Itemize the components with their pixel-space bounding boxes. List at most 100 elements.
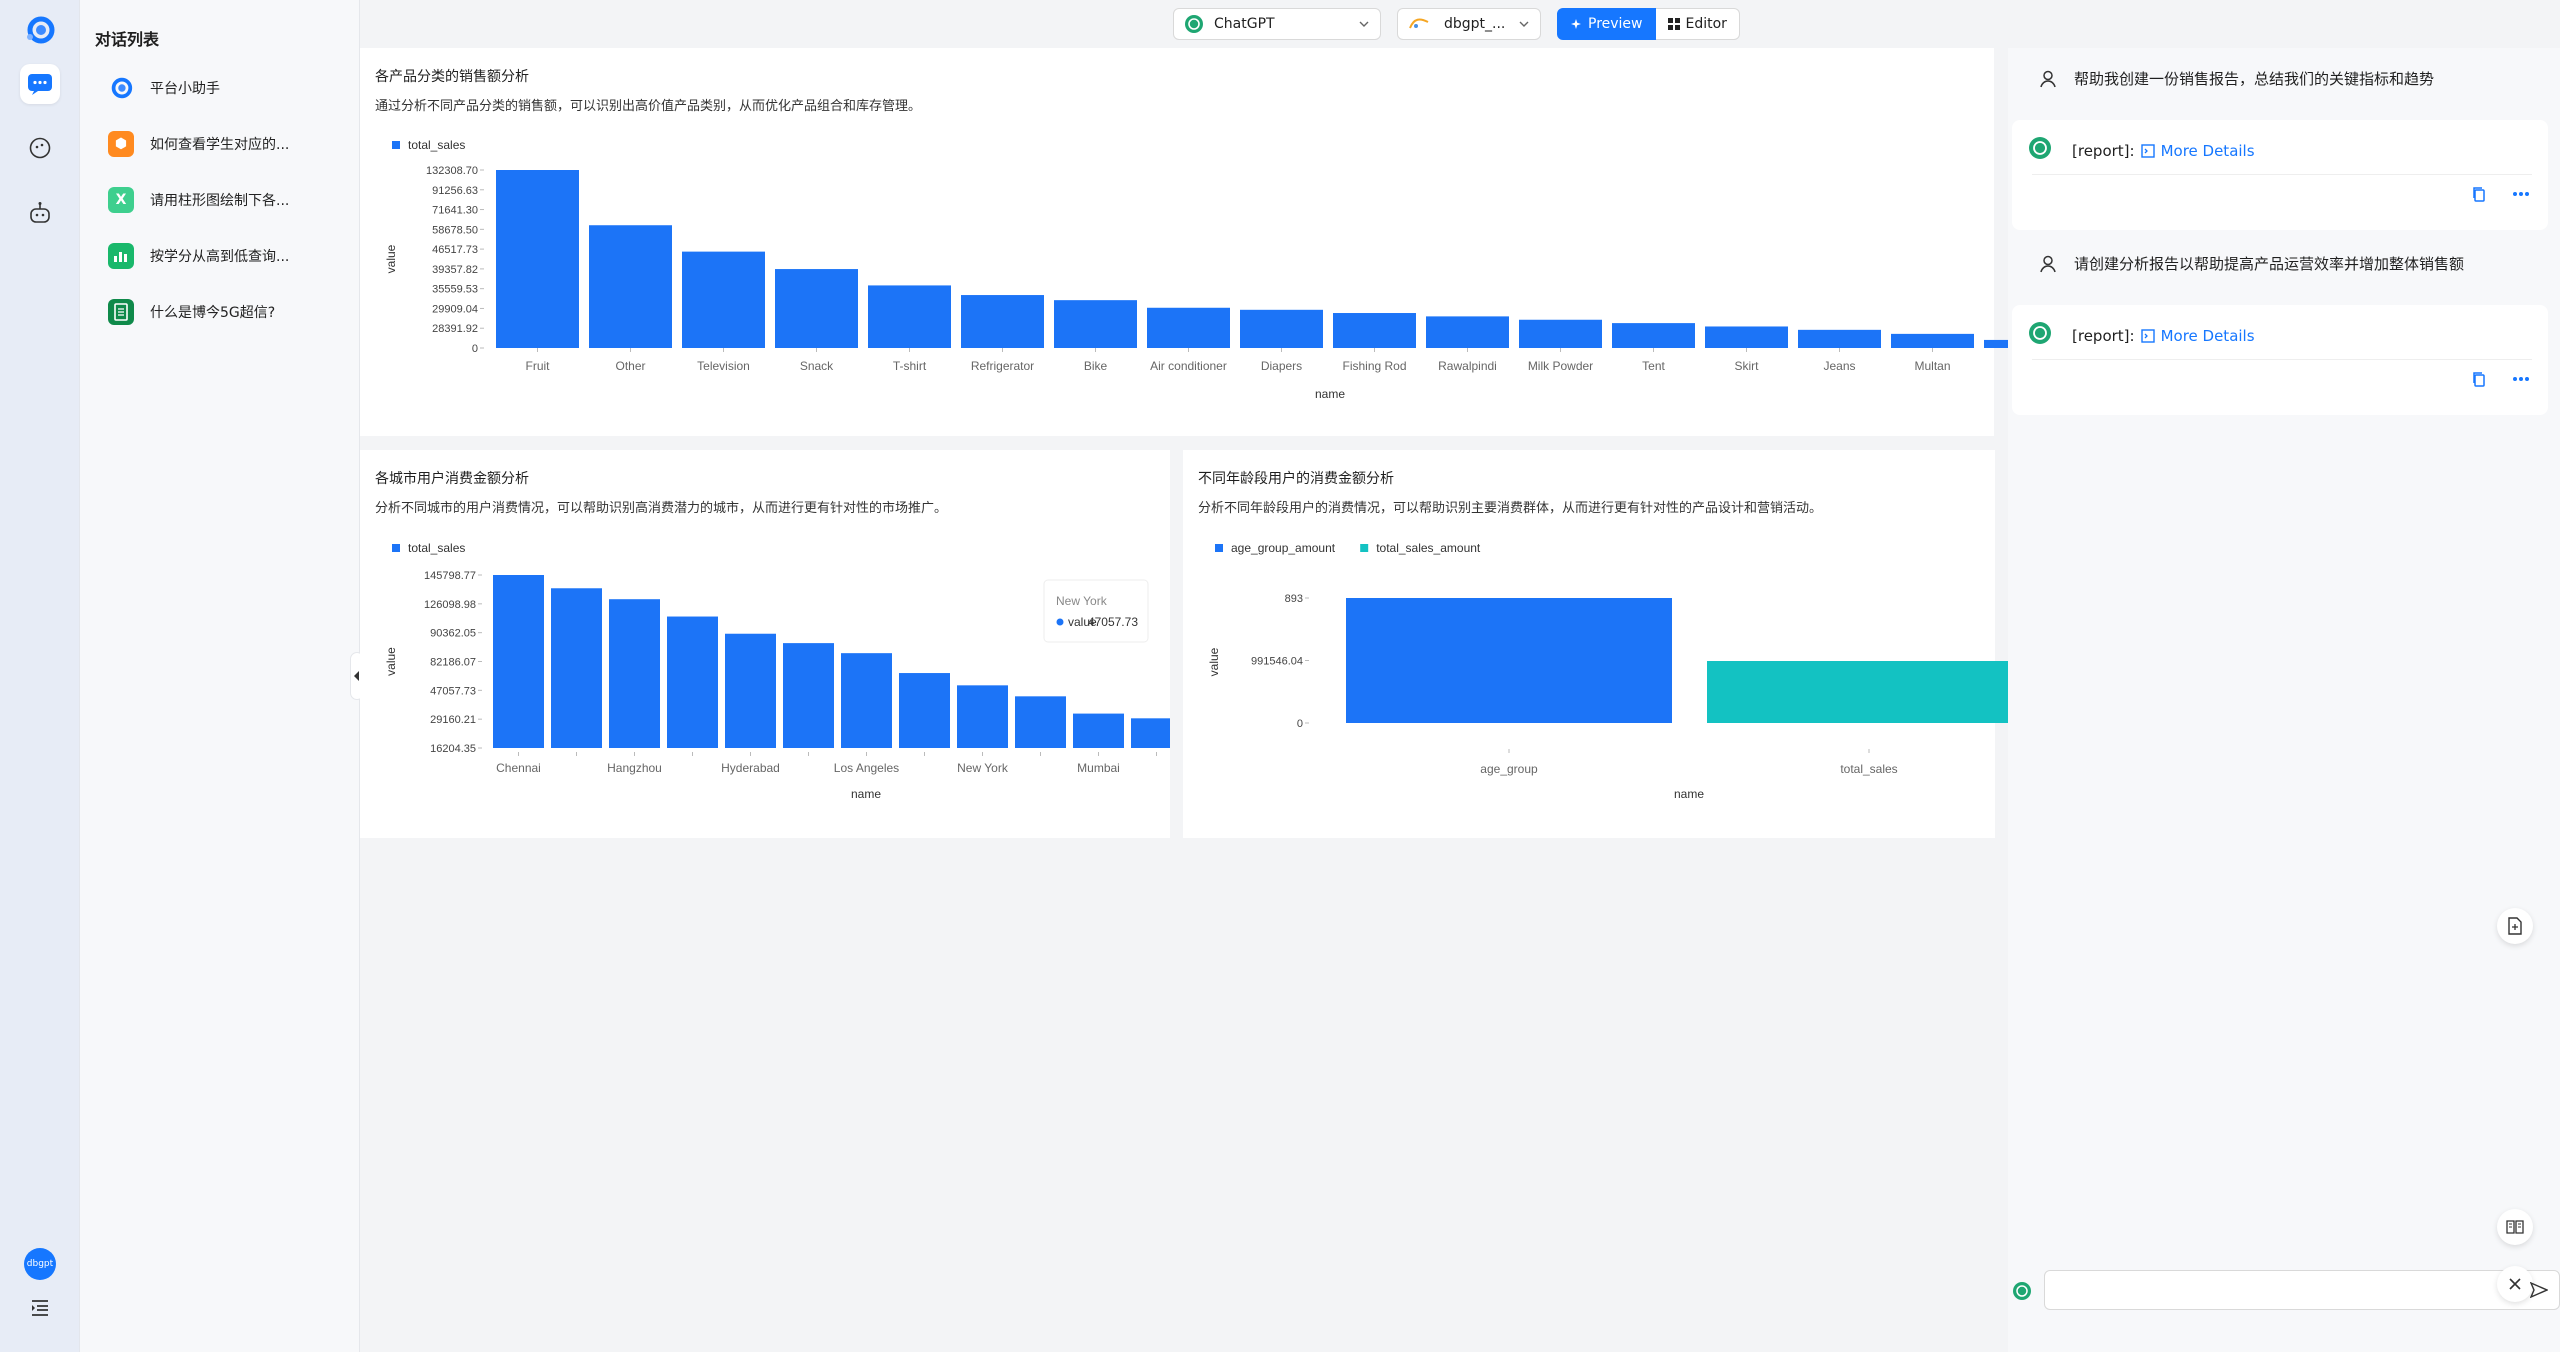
y-tick-label: 71641.30 bbox=[432, 205, 478, 217]
bar bbox=[609, 599, 660, 748]
legend-swatch bbox=[1215, 544, 1223, 552]
terminal-icon bbox=[2140, 329, 2155, 343]
city-sales-chart: total_sales 145798.77 126098.98 90362.05 821… bbox=[384, 541, 1170, 801]
x-tick-label: Other bbox=[615, 359, 645, 373]
bar bbox=[1240, 309, 1323, 348]
chevron-down-icon bbox=[1519, 21, 1529, 27]
conversation-item[interactable]: 什么是博今5G超信? bbox=[108, 292, 348, 332]
legend-swatch bbox=[392, 544, 400, 552]
y-axis-label: value bbox=[1207, 647, 1221, 676]
model-select[interactable]: ChatGPT bbox=[1173, 8, 1381, 40]
chart-db-icon bbox=[108, 243, 134, 269]
editor-button[interactable]: Editor bbox=[1655, 8, 1740, 40]
preview-label: Preview bbox=[1588, 16, 1643, 32]
message-actions bbox=[2472, 186, 2530, 202]
send-icon[interactable] bbox=[2530, 1282, 2548, 1298]
product-sales-chart: total_sales 132308.70 91256.63 71641.30 5867… bbox=[384, 138, 2008, 401]
model-select-label: ChatGPT bbox=[1214, 16, 1275, 32]
user-message-text: 帮助我创建一份销售报告，总结我们的关键指标和趋势 bbox=[2074, 70, 2435, 88]
close-button[interactable] bbox=[2497, 1266, 2533, 1302]
icon-rail: dbgpt bbox=[0, 0, 80, 1352]
divider bbox=[2032, 359, 2532, 360]
bar bbox=[1798, 329, 1881, 348]
robot-icon[interactable] bbox=[20, 193, 60, 233]
y-tick-label: 0 bbox=[472, 343, 478, 355]
bar bbox=[1147, 307, 1230, 348]
user-message: 请创建分析报告以帮助提高产品运营效率并增加整体销售额 bbox=[2038, 253, 2464, 274]
reader-button[interactable] bbox=[2497, 1209, 2533, 1245]
preview-icon bbox=[1571, 19, 1581, 29]
bar bbox=[783, 643, 834, 748]
avatar[interactable]: dbgpt bbox=[24, 1248, 56, 1280]
editor-label: Editor bbox=[1685, 16, 1727, 32]
y-tick-label: 132308.70 bbox=[426, 165, 478, 177]
preview-button[interactable]: Preview bbox=[1557, 8, 1656, 40]
y-axis-label: value bbox=[384, 647, 398, 676]
x-tick-label: Refrigerator bbox=[971, 359, 1034, 373]
y-tick-label: 58678.50 bbox=[432, 224, 478, 236]
book-icon bbox=[2506, 1220, 2524, 1234]
chat-input[interactable] bbox=[2044, 1270, 2560, 1310]
conversation-label: 平台小助手 bbox=[150, 81, 220, 97]
y-tick-label: 28391.92 bbox=[432, 323, 478, 335]
x-tick-label: Fishing Rod bbox=[1342, 359, 1406, 373]
bar bbox=[961, 295, 1044, 348]
conversation-label: 请用柱形图绘制下各... bbox=[150, 193, 290, 209]
x-tick-label: Tent bbox=[1642, 359, 1665, 373]
view-mode-toggle: Preview Editor bbox=[1557, 8, 1740, 40]
x-tick-label: Air conditioner bbox=[1150, 359, 1227, 373]
conversation-item[interactable]: X 请用柱形图绘制下各... bbox=[108, 180, 348, 220]
x-tick-label: Chennai bbox=[496, 761, 541, 775]
bar bbox=[957, 685, 1008, 748]
x-tick-label: Multan bbox=[1914, 359, 1950, 373]
more-icon[interactable] bbox=[2512, 191, 2530, 197]
conversation-label: 什么是博今5G超信? bbox=[150, 305, 276, 321]
bar bbox=[1346, 598, 1672, 723]
x-tick-label: Bike bbox=[1084, 359, 1108, 373]
x-tick-label: T-shirt bbox=[893, 359, 927, 373]
more-icon[interactable] bbox=[2512, 376, 2530, 382]
bar bbox=[496, 170, 579, 348]
bar bbox=[775, 269, 858, 348]
menu-toggle-icon[interactable] bbox=[20, 1288, 60, 1328]
x-axis-label: name bbox=[1315, 387, 1345, 401]
conversation-label: 如何查看学生对应的... bbox=[150, 137, 290, 153]
message-actions bbox=[2472, 371, 2530, 387]
x-tick-label: Diapers bbox=[1261, 359, 1302, 373]
document-button[interactable] bbox=[2497, 908, 2533, 944]
bar bbox=[1705, 326, 1788, 348]
bar bbox=[589, 225, 672, 348]
legend-swatch bbox=[1360, 544, 1369, 552]
conversation-label: 按学分从高到低查询... bbox=[150, 249, 290, 265]
app-logo-icon[interactable] bbox=[20, 10, 60, 50]
chat-panel: 帮助我创建一份销售报告，总结我们的关键指标和趋势 [report]: More … bbox=[2008, 48, 2560, 1352]
chatgpt-icon bbox=[2013, 1282, 2031, 1300]
y-tick-label: 46517.73 bbox=[432, 244, 478, 256]
close-icon bbox=[2509, 1278, 2521, 1290]
y-tick-label: 16204.35 bbox=[430, 743, 476, 755]
copy-icon[interactable] bbox=[2472, 186, 2486, 202]
conversation-item[interactable]: 按学分从高到低查询... bbox=[108, 236, 348, 276]
legend-label: total_sales bbox=[408, 138, 465, 152]
explore-icon[interactable] bbox=[20, 128, 60, 168]
y-tick-label: 29160.21 bbox=[430, 714, 476, 726]
conversation-item[interactable]: 平台小助手 bbox=[108, 68, 348, 108]
terminal-icon bbox=[2140, 144, 2155, 158]
y-tick-label: 29909.04 bbox=[432, 303, 478, 315]
x-tick-label: Fruit bbox=[526, 359, 551, 373]
y-tick-label: 90362.05 bbox=[430, 628, 476, 640]
bar bbox=[1984, 339, 2008, 348]
x-tick-label: Snack bbox=[800, 359, 834, 373]
database-select[interactable]: dbgpt_... bbox=[1397, 8, 1541, 40]
more-details-link[interactable]: More Details bbox=[2161, 142, 2255, 160]
more-details-link[interactable]: More Details bbox=[2161, 327, 2255, 345]
x-tick-label: Rawalpindi bbox=[1438, 359, 1497, 373]
conversation-item[interactable]: ⬢ 如何查看学生对应的... bbox=[108, 124, 348, 164]
assistant-message: [report]: More Details bbox=[2012, 120, 2548, 230]
copy-icon[interactable] bbox=[2472, 371, 2486, 387]
tooltip-marker bbox=[1056, 618, 1064, 626]
y-tick-label: 82186.07 bbox=[430, 657, 476, 669]
x-axis-label: name bbox=[851, 787, 881, 801]
chat-nav-icon[interactable] bbox=[20, 64, 60, 104]
report-prefix: [report]: bbox=[2072, 142, 2135, 160]
